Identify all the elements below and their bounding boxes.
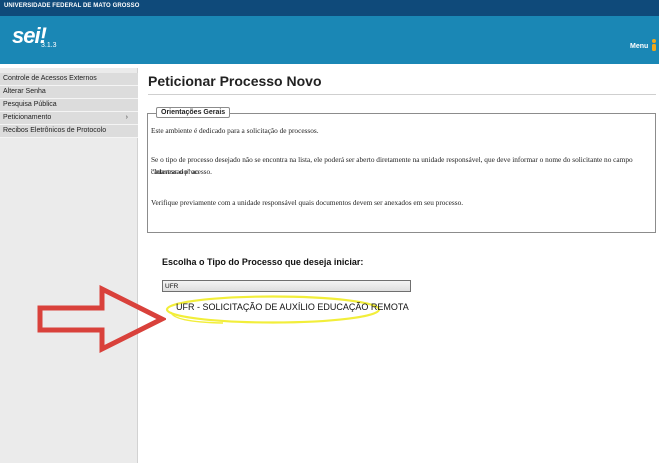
app-header bbox=[0, 16, 659, 64]
top-bar: UNIVERSIDADE FEDERAL DE MATO GROSSO bbox=[0, 0, 659, 16]
orientation-paragraph: Verifique previamente com a unidade resp… bbox=[151, 198, 464, 207]
chevron-right-icon: › bbox=[125, 114, 128, 121]
sidebar-item-label: Alterar Senha bbox=[3, 88, 46, 95]
sidebar-item-label: Controle de Acessos Externos bbox=[3, 75, 97, 82]
page-title: Peticionar Processo Novo bbox=[148, 73, 322, 89]
orientation-legend: Orientações Gerais bbox=[156, 107, 231, 118]
menu-button[interactable]: Menu bbox=[630, 43, 648, 50]
sidebar-item-label: Recibos Eletrônicos de Protocolo bbox=[3, 127, 107, 134]
orientation-paragraph: Este ambiente é dedicado para a solicita… bbox=[151, 126, 319, 135]
process-option-link[interactable]: UFR - SOLICITAÇÃO DE AUXÍLIO EDUCAÇÃO RE… bbox=[176, 302, 409, 312]
orientation-paragraph: cadastrar o processo. bbox=[151, 167, 212, 176]
institution-name: UNIVERSIDADE FEDERAL DE MATO GROSSO bbox=[4, 3, 140, 9]
sidebar-item-recibos[interactable]: Recibos Eletrônicos de Protocolo bbox=[0, 125, 138, 138]
process-filter-input[interactable] bbox=[162, 280, 411, 292]
sidebar-item-pesquisa-publica[interactable]: Pesquisa Pública bbox=[0, 99, 138, 112]
sidebar-item-controle-acessos[interactable]: Controle de Acessos Externos bbox=[0, 73, 138, 86]
version-label: 3.1.3 bbox=[41, 42, 57, 49]
process-type-label: Escolha o Tipo do Processo que deseja in… bbox=[162, 257, 364, 267]
title-divider bbox=[148, 94, 656, 95]
sidebar: Controle de Acessos Externos Alterar Sen… bbox=[0, 68, 138, 463]
orientation-paragraph: Se o tipo de processo desejado não se en… bbox=[151, 155, 633, 176]
sidebar-item-peticionamento[interactable]: Peticionamento › bbox=[0, 112, 138, 125]
sidebar-item-label: Peticionamento bbox=[3, 114, 52, 121]
red-arrow-annotation bbox=[37, 285, 166, 354]
sidebar-item-label: Pesquisa Pública bbox=[3, 101, 57, 108]
sidebar-item-alterar-senha[interactable]: Alterar Senha bbox=[0, 86, 138, 99]
user-menu-icon[interactable] bbox=[650, 38, 658, 52]
